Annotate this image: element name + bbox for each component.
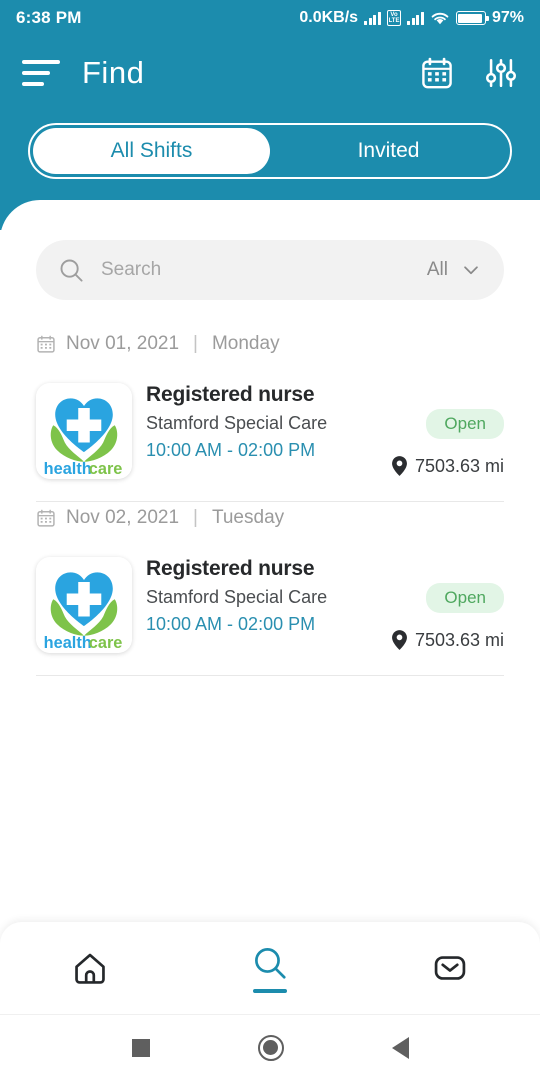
date-header: Nov 02, 2021 | Tuesday — [0, 507, 540, 529]
bottom-navigation — [0, 922, 540, 1014]
bottom-nav-messages[interactable] — [360, 949, 540, 987]
distance-label: 7503.63 mi — [414, 629, 504, 650]
status-badge: Open — [426, 409, 504, 439]
logo-text-care: care — [89, 460, 123, 478]
status-badge: Open — [426, 583, 504, 613]
search-input[interactable]: Search — [101, 259, 161, 281]
network-speed-label: 0.0KB/s — [299, 9, 359, 26]
calendar-small-icon — [37, 509, 55, 527]
logo-text-care: care — [89, 634, 123, 652]
battery-icon — [455, 11, 489, 25]
healthcare-logo-graphic: health care — [36, 383, 132, 479]
date-header: Nov 01, 2021 | Monday — [0, 333, 540, 355]
status-bar-time: 6:38 PM — [16, 8, 82, 27]
shift-time-range: 10:00 AM - 02:00 PM — [146, 614, 316, 634]
shift-group: Nov 02, 2021 | Tuesday health care Regis… — [0, 507, 540, 676]
shift-meta: Open 7503.63 mi — [382, 557, 504, 651]
triangle-back-icon[interactable] — [391, 1036, 409, 1059]
shift-tabs: All Shifts Invited — [28, 123, 512, 179]
shift-distance: 7503.63 mi — [391, 455, 504, 477]
filter-sliders-icon[interactable] — [484, 56, 518, 90]
app-bar: Find — [0, 44, 540, 102]
date-separator: | — [193, 507, 198, 528]
hamburger-menu-icon[interactable] — [22, 60, 60, 86]
shift-details: Registered nurse Stamford Special Care 1… — [146, 383, 382, 461]
shift-title: Registered nurse — [146, 383, 315, 406]
circle-icon[interactable] — [257, 1034, 284, 1061]
search-icon — [60, 259, 83, 282]
shift-distance: 7503.63 mi — [391, 629, 504, 651]
bottom-nav-search[interactable] — [180, 944, 360, 993]
bottom-nav-home[interactable] — [0, 949, 180, 987]
date-separator: | — [193, 333, 198, 354]
battery-percent-label: 97% — [491, 9, 524, 26]
wifi-icon — [431, 12, 449, 24]
map-pin-icon — [392, 630, 407, 650]
shift-divider — [36, 675, 504, 676]
home-icon — [75, 953, 105, 984]
app-bar-actions — [420, 56, 518, 90]
healthcare-logo: health care — [36, 383, 132, 479]
shift-title: Registered nurse — [146, 557, 315, 580]
shift-divider — [36, 501, 504, 502]
healthcare-logo: health care — [36, 557, 132, 653]
calendar-small-icon — [37, 335, 55, 353]
active-tab-indicator — [253, 988, 287, 993]
shift-organization: Stamford Special Care — [146, 587, 328, 607]
signal-bars-icon — [364, 11, 381, 25]
search-filter-label[interactable]: All — [427, 259, 448, 281]
search-icon — [255, 947, 286, 979]
page-title: Find — [82, 55, 145, 90]
shift-details: Registered nurse Stamford Special Care 1… — [146, 557, 382, 635]
shift-group: Nov 01, 2021 | Monday health care Regist… — [0, 333, 540, 502]
app-root: 6:38 PM 0.0KB/s Vo LTE 97% Find All Shif… — [0, 0, 540, 1080]
search-bar[interactable]: Search All — [36, 240, 504, 300]
distance-label: 7503.63 mi — [414, 455, 504, 476]
volte-icon: Vo LTE — [386, 10, 402, 26]
volte-bottom-label: LTE — [388, 18, 400, 24]
shift-time-range: 10:00 AM - 02:00 PM — [146, 440, 316, 460]
square-icon[interactable] — [131, 1038, 150, 1057]
shift-organization: Stamford Special Care — [146, 413, 328, 433]
calendar-icon[interactable] — [420, 56, 454, 90]
signal-bars-icon-2 — [407, 11, 424, 25]
envelope-icon — [434, 956, 466, 980]
shift-card[interactable]: health care Registered nurse Stamford Sp… — [0, 383, 540, 479]
shift-card[interactable]: health care Registered nurse Stamford Sp… — [0, 557, 540, 653]
weekday-label: Monday — [211, 333, 280, 354]
status-bar: 6:38 PM 0.0KB/s Vo LTE 97% — [0, 0, 540, 36]
tab-all-shifts[interactable]: All Shifts — [33, 128, 270, 174]
healthcare-logo-graphic: health care — [36, 557, 132, 653]
map-pin-icon — [392, 456, 407, 476]
logo-text-health: health — [44, 634, 92, 652]
content-panel: Search All Nov 01, 2021 | Monday health … — [0, 200, 540, 922]
date-label: Nov 01, 2021 — [66, 333, 180, 354]
status-bar-icons: 0.0KB/s Vo LTE 97% — [299, 9, 524, 27]
logo-text-health: health — [44, 460, 92, 478]
tab-invited[interactable]: Invited — [270, 128, 507, 174]
date-label: Nov 02, 2021 — [66, 507, 180, 528]
system-navigation-bar — [0, 1014, 540, 1080]
chevron-down-icon[interactable] — [460, 259, 482, 281]
weekday-label: Tuesday — [211, 507, 285, 528]
shift-meta: Open 7503.63 mi — [382, 383, 504, 477]
